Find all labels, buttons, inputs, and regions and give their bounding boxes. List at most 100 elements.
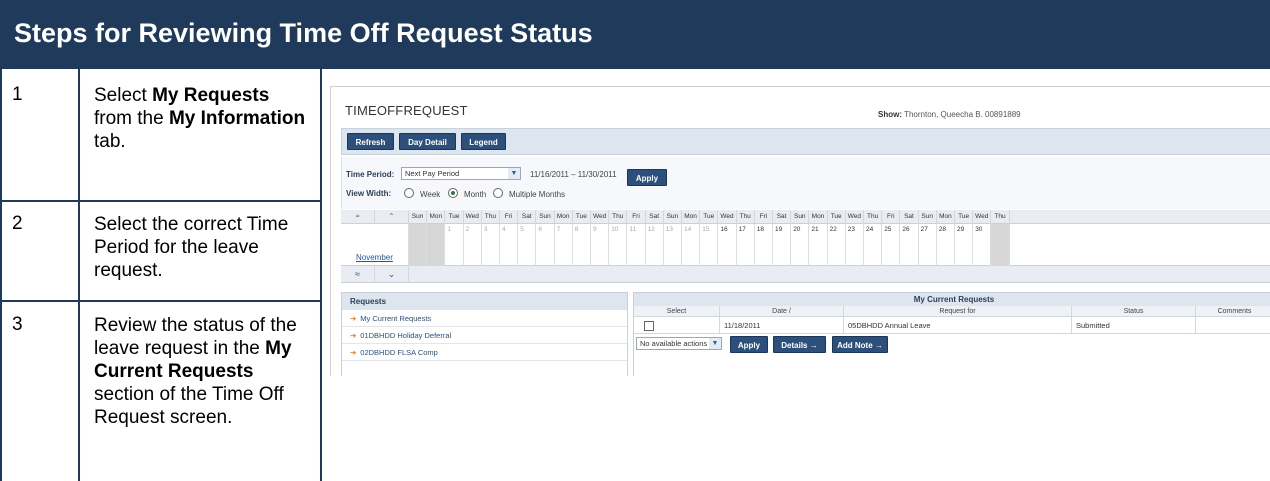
step-text-run: My Information (168, 108, 306, 129)
calendar-weekday: Sun (791, 210, 810, 224)
calendar-day[interactable]: 16 (718, 224, 737, 266)
calendar-day[interactable]: 30 (973, 224, 992, 266)
calendar-day[interactable]: 1 (445, 224, 464, 266)
calendar-day[interactable]: 13 (664, 224, 682, 266)
apply-action-button[interactable]: Apply (730, 336, 768, 353)
step-text-run: Select (94, 85, 153, 106)
request-item-current[interactable]: ➔ My Current Requests (342, 310, 627, 327)
actions-select[interactable]: No available actions ▼ (636, 337, 722, 350)
calendar-weekday: Mon (937, 210, 955, 224)
view-month-label: Month (464, 190, 487, 199)
step-text-run: My Requests (152, 85, 270, 106)
step-text-run: Select the correct Time Period for the l… (94, 214, 289, 281)
calendar-day[interactable]: 28 (937, 224, 955, 266)
calendar-weekday: Mon (809, 210, 828, 224)
calendar-weekday: Wed (591, 210, 610, 224)
calendar-day[interactable]: 5 (518, 224, 537, 266)
time-period-label: Time Period: (346, 170, 395, 179)
calendar-weekday: Fri (500, 210, 519, 224)
calendar-weekday: Mon (555, 210, 573, 224)
calendar-day[interactable]: 20 (791, 224, 810, 266)
month-link[interactable]: November (356, 253, 393, 262)
view-month-radio[interactable] (448, 188, 458, 198)
step-text-3: Review the status of the leave request i… (94, 314, 309, 429)
time-period-value: Next Pay Period (405, 169, 460, 178)
row-checkbox[interactable] (644, 321, 654, 331)
requests-header: Requests (342, 293, 627, 310)
calendar-day[interactable]: 10 (609, 224, 628, 266)
request-item-holiday-deferral[interactable]: ➔ 01DBHDD Holiday Deferral (342, 327, 627, 344)
show-employee: Show: Thornton, Queecha B. 00891889 (878, 110, 1021, 119)
calendar-day[interactable]: 22 (828, 224, 846, 266)
calendar-day[interactable]: 12 (646, 224, 664, 266)
add-note-button[interactable]: Add Note → (832, 336, 888, 353)
calendar-day[interactable]: 24 (864, 224, 883, 266)
calendar-weekday: Tue (700, 210, 719, 224)
calendar-weekday: Thu (482, 210, 500, 224)
legend-button[interactable]: Legend (461, 133, 506, 150)
scroll-up-double-icon[interactable]: ≈ (341, 210, 375, 224)
request-item-label: 02DBHDD FLSA Comp (360, 348, 438, 357)
cell-status: Submitted (1072, 317, 1196, 334)
calendar-day[interactable]: 14 (682, 224, 701, 266)
arrow-icon: ➔ (350, 348, 357, 357)
calendar-weekday: Sun (664, 210, 682, 224)
calendar-weekday: Sat (646, 210, 664, 224)
calendar-day[interactable]: 17 (737, 224, 755, 266)
calendar-weekday: Wed (718, 210, 737, 224)
calendar-day[interactable]: 29 (955, 224, 974, 266)
calendar-day[interactable]: 18 (755, 224, 773, 266)
calendar-day[interactable]: 26 (900, 224, 919, 266)
calendar-day[interactable]: 7 (555, 224, 573, 266)
calendar-day[interactable]: 25 (882, 224, 901, 266)
calendar-weekday: Sun (409, 210, 428, 224)
refresh-button[interactable]: Refresh (347, 133, 394, 150)
calendar-day[interactable]: 23 (846, 224, 864, 266)
request-item-label: My Current Requests (360, 314, 432, 323)
view-week-radio[interactable] (404, 188, 414, 198)
calendar-day[interactable]: 15 (700, 224, 719, 266)
time-period-select[interactable]: Next Pay Period ▼ (401, 167, 521, 180)
column-header-date[interactable]: Date / (720, 306, 844, 317)
calendar-days-row: November 1 2 3 4 5 6 7 8 9 10 11 12 13 14 15 16 17 18 19 20… (341, 224, 1270, 266)
current-requests-panel: My Current Requests Select Date / Reques… (633, 292, 1270, 376)
calendar-day (409, 224, 428, 266)
calendar-weekday: Fri (627, 210, 646, 224)
calendar-day (991, 224, 1010, 266)
calendar-day[interactable]: 3 (482, 224, 500, 266)
chevron-down-icon: ▼ (709, 338, 721, 349)
day-detail-button[interactable]: Day Detail (399, 133, 456, 150)
request-item-flsa-comp[interactable]: ➔ 02DBHDD FLSA Comp (342, 344, 627, 361)
calendar-day[interactable]: 2 (464, 224, 482, 266)
calendar-day[interactable]: 9 (591, 224, 610, 266)
calendar-weekday: Thu (737, 210, 755, 224)
arrow-icon: ➔ (350, 331, 357, 340)
page-title: Steps for Reviewing Time Off Request Sta… (14, 18, 593, 48)
view-multiple-months-radio[interactable] (493, 188, 503, 198)
calendar-day[interactable]: 11 (627, 224, 646, 266)
calendar-weekday: Fri (755, 210, 773, 224)
calendar-day[interactable]: 27 (919, 224, 937, 266)
step-number-3: 3 (12, 314, 23, 335)
row-divider-1 (0, 200, 321, 202)
calendar-weekday: Thu (991, 210, 1010, 224)
calendar-weekday: Wed (973, 210, 992, 224)
column-header-request-for: Request for (844, 306, 1072, 317)
calendar-day[interactable]: 21 (809, 224, 828, 266)
column-header-select: Select (634, 306, 720, 317)
scroll-down-double-icon[interactable]: ≈ (341, 266, 375, 283)
step-text-run: section of the Time Off Request screen. (94, 384, 284, 428)
apply-period-button[interactable]: Apply (627, 169, 667, 186)
calendar-day[interactable]: 8 (573, 224, 591, 266)
calendar-day[interactable]: 19 (773, 224, 792, 266)
details-button[interactable]: Details → (773, 336, 826, 353)
step-text-run: from the (94, 108, 169, 129)
calendar: ≈ ⌃ Sun Mon Tue Wed Thu Fri Sat Sun Mon Tue Wed Thu… (341, 210, 1270, 300)
scroll-down-icon[interactable]: ⌄ (375, 266, 409, 283)
calendar-day[interactable]: 6 (536, 224, 555, 266)
calendar-weekday: Sat (773, 210, 792, 224)
app-title: TIMEOFFREQUEST (345, 103, 468, 118)
arrow-icon: ➔ (350, 314, 357, 323)
calendar-day[interactable]: 4 (500, 224, 519, 266)
scroll-up-icon[interactable]: ⌃ (375, 210, 409, 224)
